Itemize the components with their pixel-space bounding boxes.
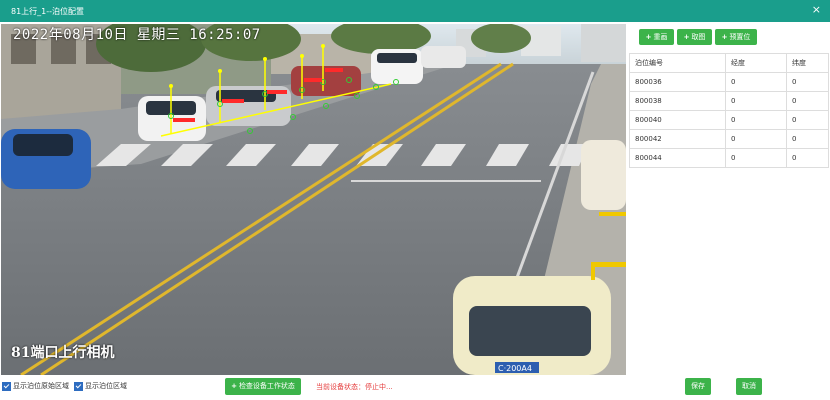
show-berth-region-checkbox[interactable]: 显示泊位区域 bbox=[74, 381, 127, 391]
cell-berth-id: 800036 bbox=[629, 72, 726, 92]
table-row[interactable]: 800042 0 0 bbox=[629, 129, 829, 149]
cell-longitude: 0 bbox=[725, 110, 787, 130]
dialog-footer: 显示泊位原始区域 显示泊位区域 + 检查设备工作状态 当前设备状态：停止中... … bbox=[0, 375, 830, 400]
dialog-title-bar: 81上行_1--泊位配置 × bbox=[0, 0, 830, 22]
capture-image-button[interactable]: + 取图 bbox=[677, 29, 712, 45]
cell-longitude: 0 bbox=[725, 91, 787, 111]
cell-berth-id: 800044 bbox=[629, 148, 726, 168]
table-row[interactable]: 800038 0 0 bbox=[629, 91, 829, 111]
device-status-text: 当前设备状态：停止中... bbox=[316, 383, 393, 391]
plus-icon: + bbox=[231, 382, 237, 390]
cell-berth-id: 800038 bbox=[629, 91, 726, 111]
close-icon[interactable]: × bbox=[812, 4, 821, 16]
plus-icon: + bbox=[645, 33, 652, 41]
column-header-longitude: 经度 bbox=[725, 53, 787, 73]
cell-latitude: 0 bbox=[786, 148, 829, 168]
cell-berth-id: 800040 bbox=[629, 110, 726, 130]
cell-latitude: 0 bbox=[786, 72, 829, 92]
plus-icon: + bbox=[721, 33, 728, 41]
cell-longitude: 0 bbox=[725, 148, 787, 168]
column-header-berth-id: 泊位编号 bbox=[629, 53, 726, 73]
dialog-title: 81上行_1--泊位配置 bbox=[11, 7, 85, 16]
plus-icon: + bbox=[683, 33, 690, 41]
camera-timestamp: 2022年08月10日 星期三 16:25:07 bbox=[13, 27, 261, 43]
table-row[interactable]: 800036 0 0 bbox=[629, 72, 829, 92]
checkbox-checked-icon[interactable] bbox=[74, 381, 83, 391]
preset-position-button[interactable]: + 预置位 bbox=[715, 29, 757, 45]
cell-latitude: 0 bbox=[786, 129, 829, 149]
checkbox-checked-icon[interactable] bbox=[2, 381, 11, 391]
show-raw-berth-region-checkbox[interactable]: 显示泊位原始区域 bbox=[2, 381, 69, 391]
column-header-latitude: 纬度 bbox=[786, 53, 829, 73]
save-button[interactable]: 保存 bbox=[685, 378, 711, 395]
cell-longitude: 0 bbox=[725, 129, 787, 149]
show-raw-berth-region-label: 显示泊位原始区域 bbox=[13, 382, 69, 390]
table-header-row: 泊位编号 经度 纬度 bbox=[629, 53, 829, 73]
table-row[interactable]: 800044 0 0 bbox=[629, 148, 829, 168]
camera-name: 81端口上行相机 bbox=[11, 345, 115, 361]
redraw-button[interactable]: + 重画 bbox=[639, 29, 674, 45]
camera-scene: C·200A4 bbox=[1, 24, 626, 375]
berth-panel: + 重画 + 取图 + 预置位 泊位编号 经度 纬度 800036 0 0 80003… bbox=[628, 24, 830, 375]
show-berth-region-label: 显示泊位区域 bbox=[85, 382, 127, 390]
camera-view[interactable]: C·200A4 2022年08月10日 星期三 16:25:07 81端口上行相… bbox=[1, 24, 626, 375]
cell-latitude: 0 bbox=[786, 91, 829, 111]
table-row[interactable]: 800040 0 0 bbox=[629, 110, 829, 130]
cancel-button[interactable]: 取消 bbox=[736, 378, 762, 395]
cell-latitude: 0 bbox=[786, 110, 829, 130]
cell-longitude: 0 bbox=[725, 72, 787, 92]
cell-berth-id: 800042 bbox=[629, 129, 726, 149]
license-plate: C·200A4 bbox=[498, 364, 532, 373]
berth-table: 泊位编号 经度 纬度 800036 0 0 800038 0 0 800040 … bbox=[629, 53, 829, 168]
check-device-status-button[interactable]: + 检查设备工作状态 bbox=[225, 378, 301, 395]
